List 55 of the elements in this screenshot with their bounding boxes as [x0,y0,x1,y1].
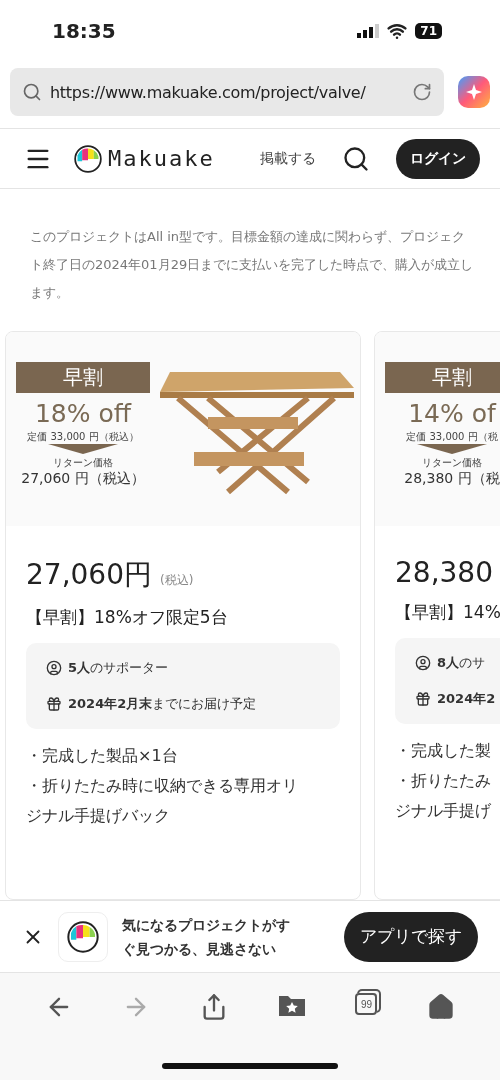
reward-item: ジナル手提げバック [26,805,171,827]
list-price: 定価 33,000 円（税 [406,430,498,444]
search-icon[interactable] [342,144,370,173]
battery-icon: 71 [415,23,442,39]
open-app-button[interactable]: アプリで探す [344,911,478,962]
toolbar-button[interactable] [427,993,456,1021]
notice-text: このプロジェクトはAll in型です。目標金額の達成に関わらず、プロジェクト終了日の2024年01月29日までに支払いを完了した時点で、購入が成立します。 [30,228,475,302]
reward-item: ・折りたたみ [395,770,492,792]
supporter-count: 8人のサ [437,654,486,672]
assistant-icon[interactable] [458,76,490,108]
address-bar[interactable]: https://www.makuake.com/project/valve/ [10,68,444,116]
url-text: https://www.makuake.com/project/valve/ [50,82,367,102]
user-icon [46,660,62,676]
discount-text: 14% of [408,399,496,428]
banner-message: 気になるプロジェクトがすぐ見つかる、見逃さない [122,915,291,959]
post-link[interactable]: 掲載する [260,149,316,168]
home-icon [427,993,456,1021]
logo-icon [74,144,102,173]
reward-title: 【早割】18%オフ限定5台 [26,606,229,629]
logo-icon [67,920,99,953]
gift-icon [46,696,62,712]
down-arrow-icon [48,444,118,454]
tax-note: (税込) [160,572,194,589]
reward-card[interactable]: 早割 14% of 定価 33,000 円（税 リターン価格 28,380 円（税 28,380 【早割】14% 8人のサ 2024年2 ・完成した製 ・折りたたみ ジナル手提げ [374,331,500,900]
list-price: 定価 33,000 円（税込） [27,430,139,444]
return-price: 27,060 円（税込） [21,470,145,488]
reward-item: ・完成した製品×1台 [26,745,179,767]
reward-item: ・折りたたみ時に収納できる専用オリ [26,775,299,797]
reward-price: 28,380 [395,556,493,589]
gift-icon [415,691,431,707]
toolbar-button[interactable]: 99 [355,993,378,1021]
return-price: 28,380 円（税 [404,470,500,488]
promo-banner: 早割 [16,362,150,393]
return-label: リターン価格 [53,456,113,470]
reward-price: 27,060円 [26,557,152,593]
search-icon [22,82,42,102]
reward-title: 【早割】14% [395,601,500,624]
login-button[interactable]: ログイン [396,138,480,179]
promo-banner: 早割 [385,362,500,393]
status-time: 18:35 [52,19,116,43]
signal-icon [357,24,380,38]
brand-name: Makuake [108,146,215,171]
reward-card[interactable]: 早割 18% off 定価 33,000 円（税込） リターン価格 27,060 円（税込） 27,060円 (税込) 【早割】18%オフ限定5台 5人のサポーター 2024年2月末までにお届け予定 ・完成した製品×1台 ・折りたたみ時に収納できる専用オリ ジナル手提げバック [5,331,361,900]
reload-icon[interactable] [412,82,432,102]
down-arrow-icon [417,444,487,454]
reward-item: ジナル手提げ [395,800,492,822]
user-icon [415,655,431,671]
bookmark-folder-icon [277,993,306,1017]
return-label: リターン価格 [422,456,482,470]
wifi-icon [387,21,408,41]
discount-text: 18% off [34,399,131,428]
delivery-date: 2024年2月末までにお届け予定 [68,695,257,713]
supporter-count: 5人のサポーター [68,659,169,677]
reward-item: ・完成した製 [395,740,492,762]
delivery-date: 2024年2 [437,690,496,708]
